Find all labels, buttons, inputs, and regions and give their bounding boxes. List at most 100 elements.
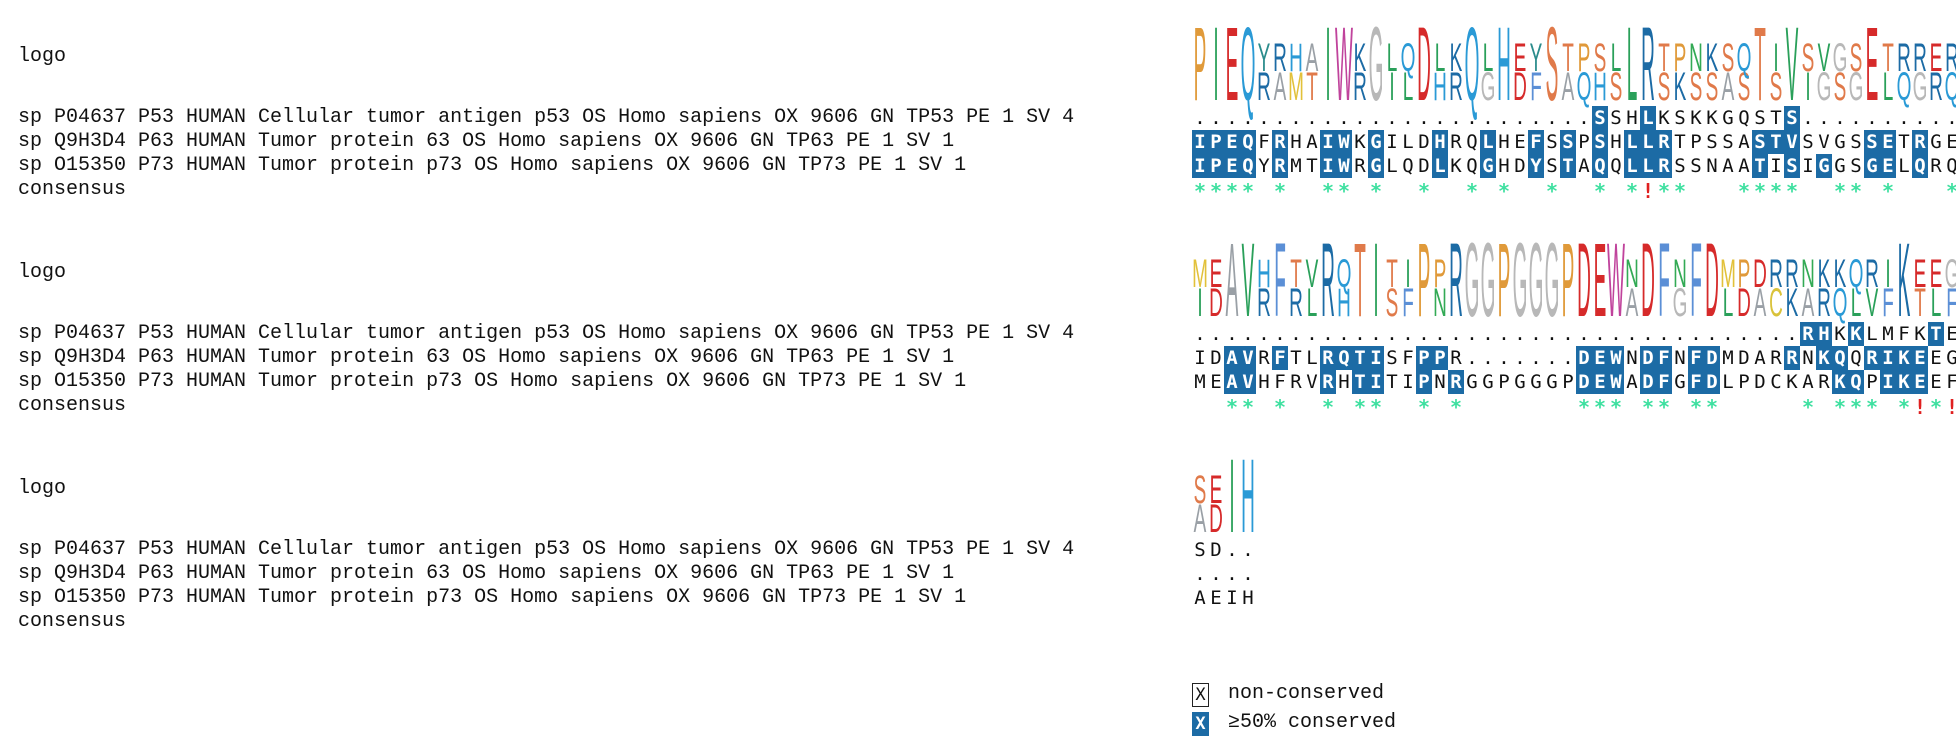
residue: T — [1674, 131, 1686, 153]
sequence-logo: IMDE A V RH F RTLV R HQ T I STFI P NP R G G P G G G P D E W AN D F… — [1192, 221, 1956, 338]
consensus-mark — [1672, 394, 1688, 418]
consensus-mark: * — [1545, 179, 1559, 203]
residue: L — [1432, 154, 1448, 178]
logo-letter: R — [1913, 35, 1927, 80]
residue: G — [1546, 371, 1558, 393]
residue: P — [1416, 370, 1432, 394]
logo-letter: F — [1274, 221, 1286, 338]
residue: D — [1704, 346, 1720, 370]
consensus-mark: * — [1209, 179, 1223, 203]
logo-letter: D — [1753, 251, 1767, 296]
residue: P — [1208, 130, 1224, 154]
sequence-name: sp P04637 P53 HUMAN Cellular tumor antig… — [18, 538, 1075, 561]
consensus-mark — [1816, 178, 1832, 202]
consensus-mark: * — [1225, 179, 1239, 203]
residue: S — [1850, 131, 1862, 153]
consensus-mark: * — [1465, 179, 1479, 203]
logo-letter: N — [1673, 251, 1687, 296]
residue: . — [1866, 107, 1878, 129]
residue: Q — [1738, 107, 1750, 129]
consensus-mark — [1704, 178, 1720, 202]
residue: . — [1898, 107, 1910, 129]
sequence-name: sp P04637 P53 HUMAN Cellular tumor antig… — [18, 322, 1075, 345]
logo-letter: M — [1192, 251, 1208, 296]
residue: M — [1194, 371, 1206, 393]
residue: L — [1866, 323, 1878, 345]
consensus-mark: * — [1944, 178, 1956, 203]
residue: Q — [1466, 131, 1478, 153]
residue: R — [1450, 347, 1462, 369]
residue: T — [1290, 347, 1302, 369]
residue: . — [1322, 107, 1334, 129]
consensus-mark — [1384, 178, 1400, 202]
residue: . — [1562, 347, 1574, 369]
residue: . — [1434, 107, 1446, 129]
residue: . — [1450, 323, 1462, 345]
residue: . — [1498, 107, 1510, 129]
logo-letter: S — [1722, 35, 1735, 80]
residue: E — [1210, 587, 1222, 609]
residue: G — [1864, 154, 1880, 178]
residue: L — [1624, 130, 1640, 154]
residue: F — [1274, 371, 1286, 393]
residue: P — [1416, 346, 1432, 370]
consensus-mark: * — [1225, 395, 1239, 419]
logo-letter: R — [1785, 251, 1799, 296]
sequence-name: sp O15350 P73 HUMAN Tumor protein p73 OS… — [18, 370, 967, 393]
residue: A — [1194, 587, 1206, 609]
residue: D — [1576, 370, 1592, 394]
logo-letter: P — [1738, 251, 1751, 296]
residue: G — [1834, 131, 1846, 153]
residue: R — [1290, 371, 1302, 393]
residue: W — [1608, 346, 1624, 370]
residue: . — [1226, 563, 1238, 585]
consensus-mark — [1816, 394, 1832, 418]
logo-letter: Q — [1465, 5, 1480, 122]
logo-letter: I — [1373, 221, 1378, 338]
logo-letter: K — [1818, 251, 1831, 296]
residue: . — [1882, 107, 1894, 129]
logo-letter: V — [1818, 35, 1831, 80]
residue: D — [1738, 347, 1750, 369]
logo-letter: Y — [1530, 35, 1543, 80]
residue: K — [1450, 155, 1462, 177]
residue: . — [1242, 107, 1254, 129]
residue: S — [1754, 107, 1766, 129]
residue: I — [1880, 346, 1896, 370]
residue: P — [1432, 346, 1448, 370]
consensus-mismatch-mark: ! — [1641, 179, 1655, 203]
consensus-mark: * — [1417, 395, 1431, 419]
consensus-mark: * — [1849, 395, 1863, 419]
consensus-mark — [1608, 178, 1624, 202]
residue: . — [1242, 563, 1254, 585]
logo-letter: G — [1545, 221, 1560, 338]
residue: S — [1864, 130, 1880, 154]
consensus-mark — [1192, 394, 1208, 418]
residue: . — [1578, 107, 1590, 129]
residue: . — [1498, 347, 1510, 369]
residue: S — [1752, 130, 1768, 154]
residue: P — [1738, 371, 1750, 393]
consensus-mismatch-mark: ! — [1944, 394, 1956, 419]
residue: K — [1690, 107, 1702, 129]
logo-letter: Q — [1849, 251, 1864, 296]
consensus-mark — [1720, 178, 1736, 202]
residue: Q — [1466, 155, 1478, 177]
residue: . — [1290, 323, 1302, 345]
residue: . — [1418, 323, 1430, 345]
consensus-mark: * — [1417, 179, 1431, 203]
logo-letter: T — [1386, 251, 1398, 296]
residue: R — [1784, 346, 1800, 370]
residue: . — [1354, 107, 1366, 129]
residue: . — [1562, 107, 1574, 129]
logo-letter: R — [1865, 251, 1879, 296]
consensus-mark — [1896, 178, 1912, 202]
consensus-mark — [1880, 394, 1896, 418]
residue: N — [1626, 347, 1638, 369]
consensus-mark — [1752, 394, 1768, 418]
residue: . — [1210, 107, 1222, 129]
logo-letter: H — [1289, 35, 1303, 80]
residue: I — [1770, 155, 1782, 177]
logo-letter: F — [1690, 221, 1702, 338]
logo-letter: P — [1434, 251, 1447, 296]
